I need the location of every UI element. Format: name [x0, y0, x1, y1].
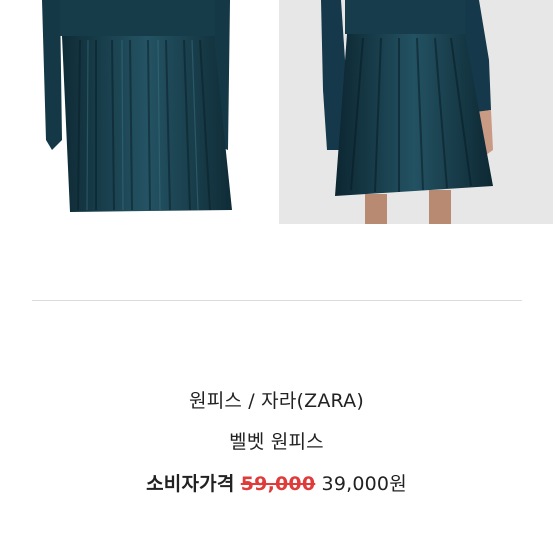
product-name: 벨벳 원피스 — [229, 431, 324, 453]
sale-price: 39,000원 — [321, 473, 407, 495]
dress-model-image — [321, 0, 493, 224]
dress-flat-image — [42, 0, 232, 212]
price-label: 소비자가격 — [146, 473, 235, 495]
original-price: 59,000 — [240, 473, 316, 495]
product-photo-flat[interactable] — [0, 0, 275, 224]
product-photo-model[interactable] — [279, 0, 553, 224]
price-line: 소비자가격 59,000 39,000원 — [0, 469, 553, 496]
product-category-brand: 원피스 / 자라(ZARA) — [189, 390, 364, 412]
section-divider — [32, 300, 522, 301]
